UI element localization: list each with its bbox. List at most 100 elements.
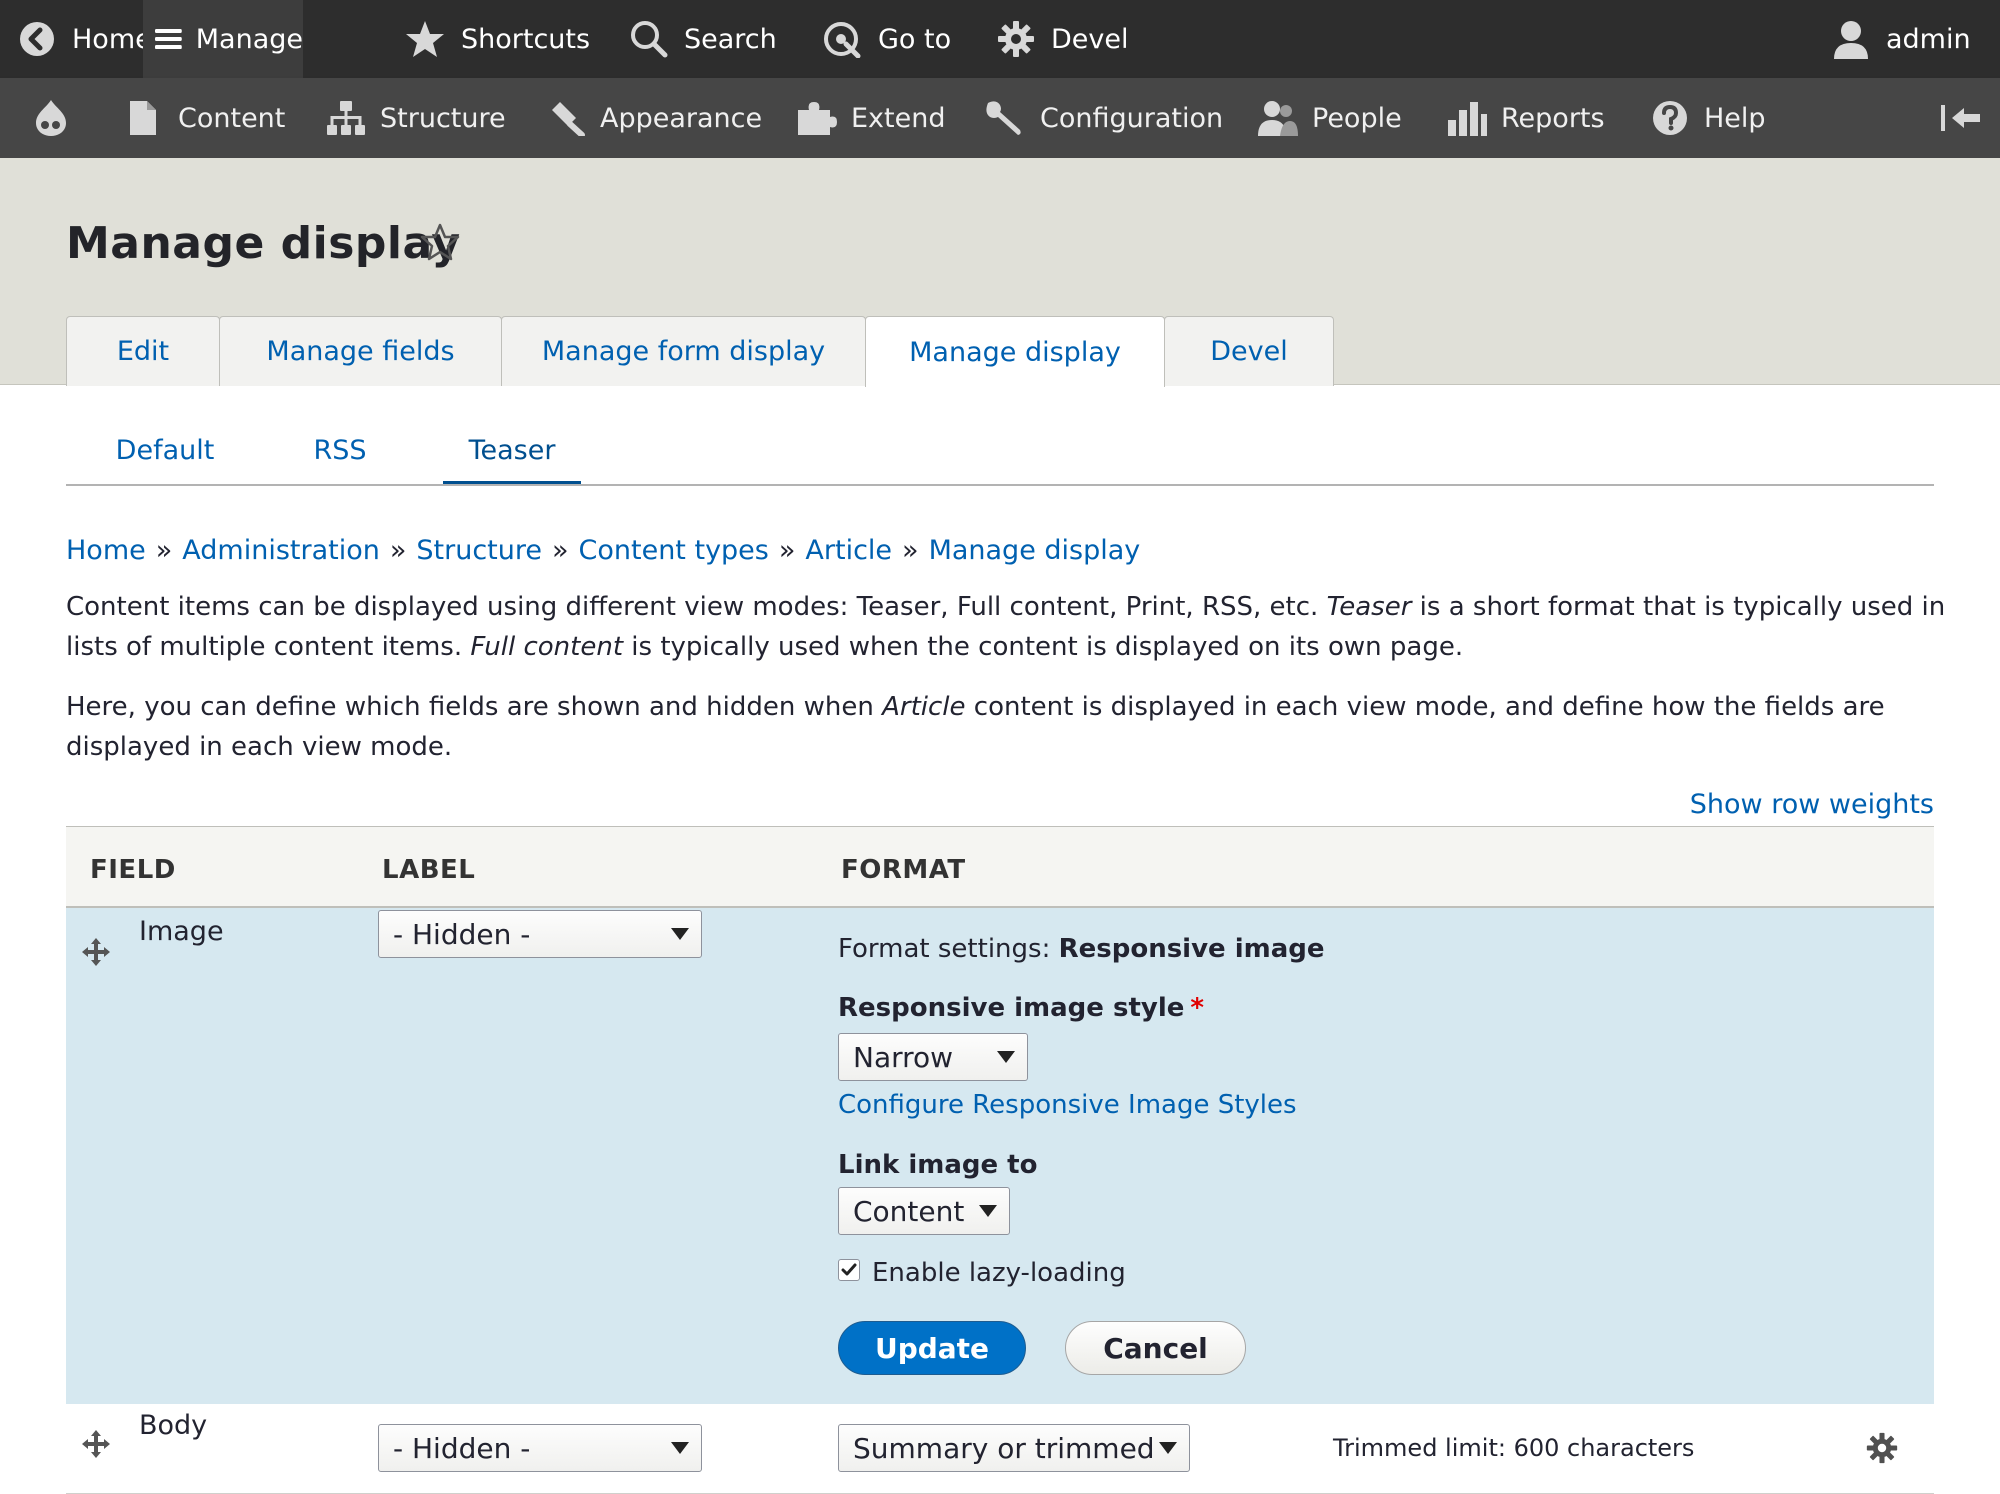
help-text-emphasis: Article: [882, 692, 966, 722]
menu-reports[interactable]: Reports: [1447, 78, 1605, 158]
drupal-drop-icon: [36, 100, 66, 136]
tab-manage-form-display[interactable]: Manage form display: [501, 316, 866, 386]
drupal-logo[interactable]: [34, 78, 68, 158]
required-marker: *: [1190, 993, 1204, 1023]
menu-appearance[interactable]: Appearance: [546, 78, 762, 158]
field-name-image: Image: [139, 916, 224, 947]
select-value: Content: [853, 1194, 965, 1228]
goto-icon: [824, 22, 861, 58]
format-settings-title: Format settings: Responsive image: [838, 934, 1325, 964]
subtab-teaser[interactable]: Teaser: [443, 435, 581, 485]
menu-structure-label: Structure: [380, 102, 506, 134]
breadcrumb-sep: »: [551, 535, 569, 566]
menu-structure[interactable]: Structure: [326, 78, 506, 158]
help-text-fields: Here, you can define which fields are sh…: [66, 687, 1946, 767]
breadcrumb: Home » Administration » Structure » Content ty…: [66, 535, 1140, 566]
paintbrush-icon: [552, 102, 585, 136]
toolbar-devel[interactable]: Devel: [997, 0, 1129, 78]
breadcrumb-sep: »: [155, 535, 173, 566]
add-to-shortcuts-star[interactable]: [420, 222, 460, 266]
select-value: - Hidden -: [393, 917, 531, 951]
body-label-select[interactable]: - Hidden -: [378, 1424, 702, 1472]
toolbar-shortcuts[interactable]: Shortcuts: [405, 0, 590, 78]
help-icon: [1653, 101, 1687, 135]
label-text: Responsive image style: [838, 993, 1185, 1023]
body-format-select[interactable]: Summary or trimmed: [838, 1424, 1190, 1472]
menu-extend-label: Extend: [851, 102, 946, 134]
toolbar-goto[interactable]: Go to: [822, 0, 951, 78]
tab-manage-display[interactable]: Manage display: [865, 316, 1165, 387]
body-format-summary: Trimmed limit: 600 characters: [1333, 1434, 1695, 1462]
menu-help[interactable]: Help: [1652, 78, 1766, 158]
menu-reports-label: Reports: [1501, 102, 1605, 134]
checkmark-icon: [841, 1263, 857, 1276]
body-format-settings-button[interactable]: [1866, 1432, 1898, 1468]
show-row-weights-link[interactable]: Show row weights: [1690, 789, 1934, 820]
breadcrumb-sep: »: [389, 535, 407, 566]
menu-content-label: Content: [178, 102, 286, 134]
menu-content[interactable]: Content: [128, 78, 285, 158]
menu-people[interactable]: People: [1258, 78, 1402, 158]
toolbar-search-label: Search: [684, 23, 777, 55]
help-text-emphasis: Full content: [470, 632, 624, 662]
toolbar-search[interactable]: Search: [630, 0, 777, 78]
breadcrumb-article[interactable]: Article: [805, 535, 892, 566]
toolbar-manage[interactable]: Manage: [143, 0, 303, 78]
toolbar-user[interactable]: admin: [1832, 0, 1971, 78]
hamburger-icon: [155, 28, 182, 50]
menu-help-label: Help: [1704, 102, 1766, 134]
tab-manage-fields[interactable]: Manage fields: [219, 316, 502, 386]
toolbar-devel-label: Devel: [1051, 23, 1129, 55]
toolbar-manage-label: Manage: [195, 23, 303, 55]
star-outline-icon: [420, 223, 460, 261]
breadcrumb-manage-display[interactable]: Manage display: [929, 535, 1141, 566]
lazy-loading-checkbox[interactable]: [838, 1259, 860, 1281]
breadcrumb-home[interactable]: Home: [66, 535, 146, 566]
responsive-image-style-label: Responsive image style *: [838, 993, 1204, 1023]
chevron-down-icon: [1159, 1442, 1177, 1454]
column-header-format: FORMAT: [841, 855, 966, 885]
update-button[interactable]: Update: [838, 1321, 1026, 1375]
people-icon: [1258, 101, 1298, 136]
breadcrumb-content-types[interactable]: Content types: [579, 535, 769, 566]
tab-edit[interactable]: Edit: [66, 316, 220, 386]
help-text-emphasis: Teaser: [1326, 592, 1412, 622]
toolbar-orientation-toggle[interactable]: [1940, 78, 1982, 158]
toolbar-home[interactable]: Home: [18, 0, 152, 78]
toolbar-goto-label: Go to: [878, 23, 952, 55]
menu-extend[interactable]: Extend: [797, 78, 946, 158]
responsive-image-style-select[interactable]: Narrow: [838, 1033, 1028, 1081]
toolbar-home-label: Home: [72, 23, 152, 55]
star-icon: [406, 21, 444, 57]
file-icon: [130, 101, 156, 135]
breadcrumb-administration[interactable]: Administration: [182, 535, 380, 566]
search-icon: [631, 21, 668, 58]
menu-people-label: People: [1312, 102, 1402, 134]
breadcrumb-sep: »: [902, 535, 919, 566]
drag-handle[interactable]: [82, 1430, 110, 1462]
column-header-label: LABEL: [382, 855, 476, 885]
drag-handle[interactable]: [82, 938, 110, 970]
page-title: Manage display: [66, 218, 461, 269]
menu-configuration[interactable]: Configuration: [984, 78, 1223, 158]
subtab-rss[interactable]: RSS: [290, 435, 390, 485]
tab-devel[interactable]: Devel: [1164, 316, 1334, 386]
toolbar-shortcuts-label: Shortcuts: [461, 23, 591, 55]
help-text-part: Here, you can define which fields are sh…: [66, 692, 883, 722]
select-value: Summary or trimmed: [853, 1431, 1155, 1465]
chevron-down-icon: [671, 928, 689, 940]
image-label-select[interactable]: - Hidden -: [378, 910, 702, 958]
link-image-to-select[interactable]: Content: [838, 1187, 1010, 1235]
format-settings-prefix: Format settings:: [838, 934, 1059, 964]
subtab-default[interactable]: Default: [100, 435, 230, 485]
configure-responsive-image-styles-link[interactable]: Configure Responsive Image Styles: [838, 1090, 1297, 1120]
chevron-down-icon: [997, 1051, 1015, 1063]
breadcrumb-structure[interactable]: Structure: [416, 535, 542, 566]
help-text-part: is typically used when the content is di…: [623, 632, 1464, 662]
cancel-button[interactable]: Cancel: [1065, 1321, 1246, 1375]
toolbar-bar: Home Manage Shortcuts Search Go to Devel…: [0, 0, 2000, 78]
select-value: - Hidden -: [393, 1431, 531, 1465]
admin-menu-bar: Content Structure Appearance Extend Conf…: [0, 78, 2000, 158]
user-icon: [1834, 21, 1868, 59]
help-text-part: Content items can be displayed using dif…: [66, 592, 1327, 622]
